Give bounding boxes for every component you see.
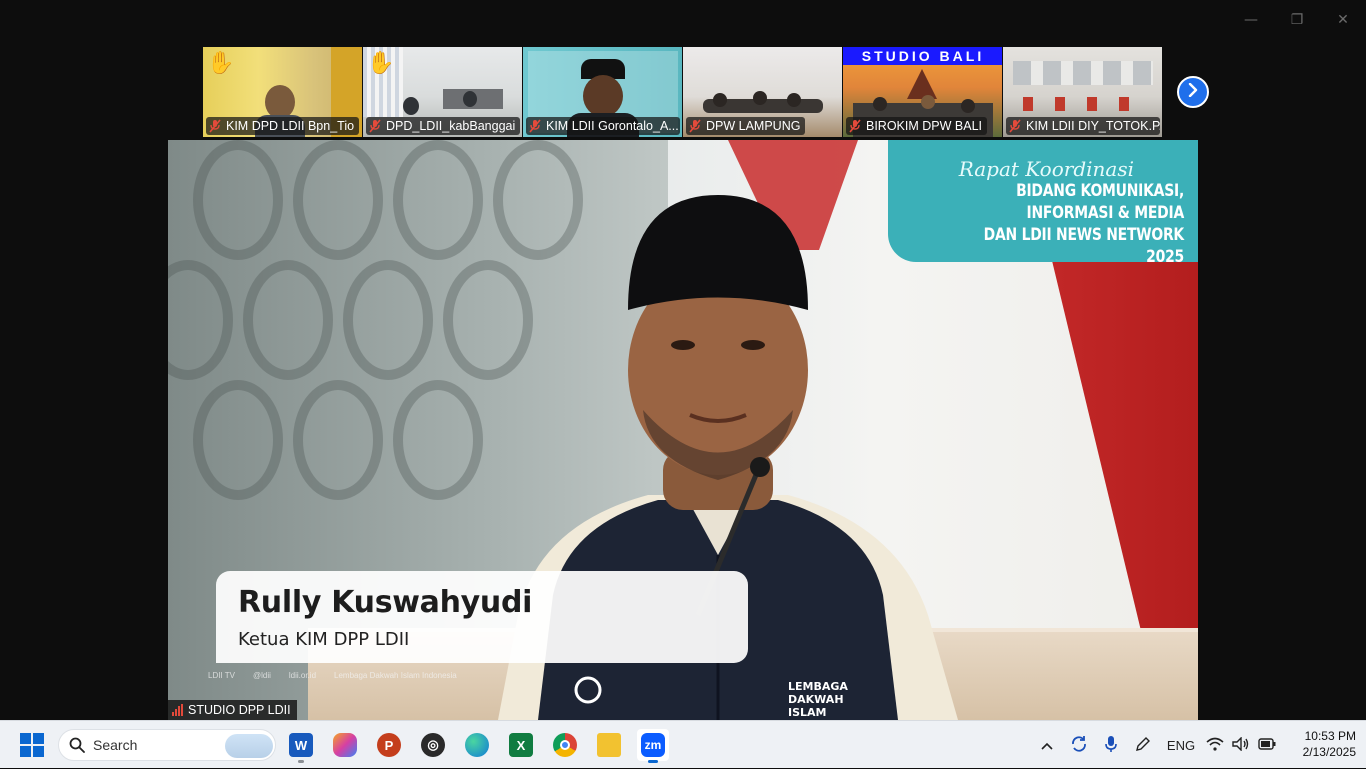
windows-logo-icon — [20, 733, 31, 744]
participant-name: DPD_LDII_kabBanggai — [386, 119, 516, 133]
speaker-title: Ketua KIM DPP LDII — [238, 629, 410, 650]
raised-hand-icon: ✋ — [207, 50, 235, 75]
wifi-icon — [1206, 737, 1224, 754]
show-hidden-icons-button[interactable] — [1036, 721, 1058, 769]
start-button[interactable] — [20, 733, 44, 757]
powerpoint-icon: P — [377, 733, 401, 757]
search-icon — [69, 737, 85, 753]
signal-bars-icon — [172, 704, 183, 716]
active-speaker-name-label: STUDIO DPP LDII — [168, 700, 297, 720]
zoom-meeting-window: — ❐ ✕ ✋ KIM DPD LDII Bpn_Tio ✋ DPD_LDII_… — [0, 0, 1366, 720]
participant-name-label: KIM LDII Gorontalo_A... — [526, 117, 680, 135]
participant-name: KIM LDII Gorontalo_A... — [546, 119, 679, 133]
speaker-name: Rully Kuswahyudi — [238, 585, 533, 620]
participant-tile[interactable]: KIM LDII Gorontalo_A... — [523, 47, 683, 137]
microphone-icon — [1105, 735, 1117, 756]
speaker-lower-third: Rully Kuswahyudi Ketua KIM DPP LDII — [216, 571, 748, 663]
windows-taskbar: Search W P ◎ X zm ENG 10:53 PM 2/13/2025 — [0, 720, 1366, 768]
participant-name-label: BIROKIM DPW BALI — [846, 117, 987, 135]
participant-name-label: KIM DPD LDII Bpn_Tio — [206, 117, 360, 135]
participant-name: DPW LAMPUNG — [706, 119, 801, 133]
close-button[interactable]: ✕ — [1320, 6, 1366, 34]
taskbar-clock[interactable]: 10:53 PM 2/13/2025 — [1280, 728, 1356, 760]
edge-app-button[interactable] — [461, 729, 493, 761]
battery-icon — [1258, 737, 1276, 753]
social-handle: Lembaga Dakwah Islam Indonesia — [334, 671, 457, 680]
active-speaker-name: STUDIO DPP LDII — [188, 703, 291, 717]
word-app-button[interactable]: W — [285, 729, 317, 763]
participant-tile[interactable]: STUDIO BALI BIROKIM DPW BALI — [843, 47, 1003, 137]
powerpoint-app-button[interactable]: P — [373, 729, 405, 761]
app-icon: ◎ — [421, 733, 445, 757]
raised-hand-icon: ✋ — [367, 50, 395, 75]
file-explorer-icon — [597, 733, 621, 757]
mic-muted-icon — [369, 119, 381, 133]
app-button[interactable]: ◎ — [417, 729, 449, 761]
microphone-tray-button[interactable] — [1100, 721, 1122, 769]
participant-name-label: DPW LAMPUNG — [686, 117, 806, 135]
event-banner-title: Rapat Koordinasi — [958, 157, 1134, 181]
active-speaker-video[interactable]: Rapat Koordinasi BIDANG KOMUNIKASI, INFO… — [168, 140, 1198, 720]
clock-date: 2/13/2025 — [1302, 745, 1356, 759]
chrome-app-button[interactable] — [549, 729, 581, 761]
copilot-app-button[interactable] — [329, 729, 361, 761]
studio-bali-banner: STUDIO BALI — [843, 47, 1002, 65]
participant-tile[interactable]: ✋ DPD_LDII_kabBanggai — [363, 47, 523, 137]
excel-icon: X — [509, 733, 533, 757]
volume-icon — [1232, 735, 1250, 754]
mic-muted-icon — [529, 119, 541, 133]
social-handles: LDII TV @ldii ldii.or.id Lembaga Dakwah … — [208, 671, 457, 680]
edge-icon — [465, 733, 489, 757]
search-highlight-icon — [225, 734, 273, 758]
chrome-icon — [553, 733, 577, 757]
social-handle: LDII TV — [208, 671, 235, 680]
pen-tray-button[interactable] — [1130, 721, 1156, 769]
participant-name-label: DPD_LDII_kabBanggai — [366, 117, 520, 135]
mic-muted-icon — [1009, 119, 1021, 133]
sync-tray-button[interactable] — [1066, 721, 1092, 769]
minimize-button[interactable]: — — [1228, 6, 1274, 34]
file-explorer-app-button[interactable] — [593, 729, 625, 761]
participant-name: KIM LDII DIY_TOTOK.P... — [1026, 119, 1160, 133]
zoom-app-button[interactable]: zm — [637, 729, 669, 763]
participant-gallery-strip: ✋ KIM DPD LDII Bpn_Tio ✋ DPD_LDII_kabBan… — [203, 47, 1163, 137]
chevron-up-icon — [1041, 738, 1053, 753]
clock-time: 10:53 PM — [1304, 729, 1356, 743]
participant-tile[interactable]: ✋ KIM DPD LDII Bpn_Tio — [203, 47, 363, 137]
excel-app-button[interactable]: X — [505, 729, 537, 761]
vest-print: LEMBAGA — [788, 680, 848, 693]
copilot-icon — [333, 733, 357, 757]
chevron-right-icon — [1186, 82, 1200, 102]
system-tray-status[interactable] — [1206, 721, 1276, 769]
social-handle: @ldii — [252, 671, 271, 680]
mic-muted-icon — [209, 119, 221, 133]
svg-text:DAKWAH: DAKWAH — [788, 693, 844, 706]
language-indicator[interactable]: ENG — [1164, 721, 1198, 769]
search-label: Search — [93, 737, 138, 753]
svg-text:ISLAM: ISLAM — [788, 706, 826, 719]
participant-tile[interactable]: DPW LAMPUNG — [683, 47, 843, 137]
language-label: ENG — [1166, 737, 1196, 753]
mic-muted-icon — [849, 119, 861, 133]
participant-tile[interactable]: KIM LDII DIY_TOTOK.P... — [1003, 47, 1163, 137]
maximize-button[interactable]: ❐ — [1274, 6, 1320, 34]
mic-muted-icon — [689, 119, 701, 133]
next-page-button[interactable] — [1177, 76, 1209, 108]
word-icon: W — [289, 733, 313, 757]
pen-icon — [1134, 735, 1152, 756]
sync-icon — [1070, 735, 1088, 756]
zoom-icon: zm — [641, 733, 665, 757]
participant-name: BIROKIM DPW BALI — [866, 119, 982, 133]
social-handle: ldii.or.id — [288, 671, 317, 680]
taskbar-search[interactable]: Search — [58, 729, 276, 761]
participant-name-label: KIM LDII DIY_TOTOK.P... — [1006, 117, 1160, 135]
participant-name: KIM DPD LDII Bpn_Tio — [226, 119, 355, 133]
